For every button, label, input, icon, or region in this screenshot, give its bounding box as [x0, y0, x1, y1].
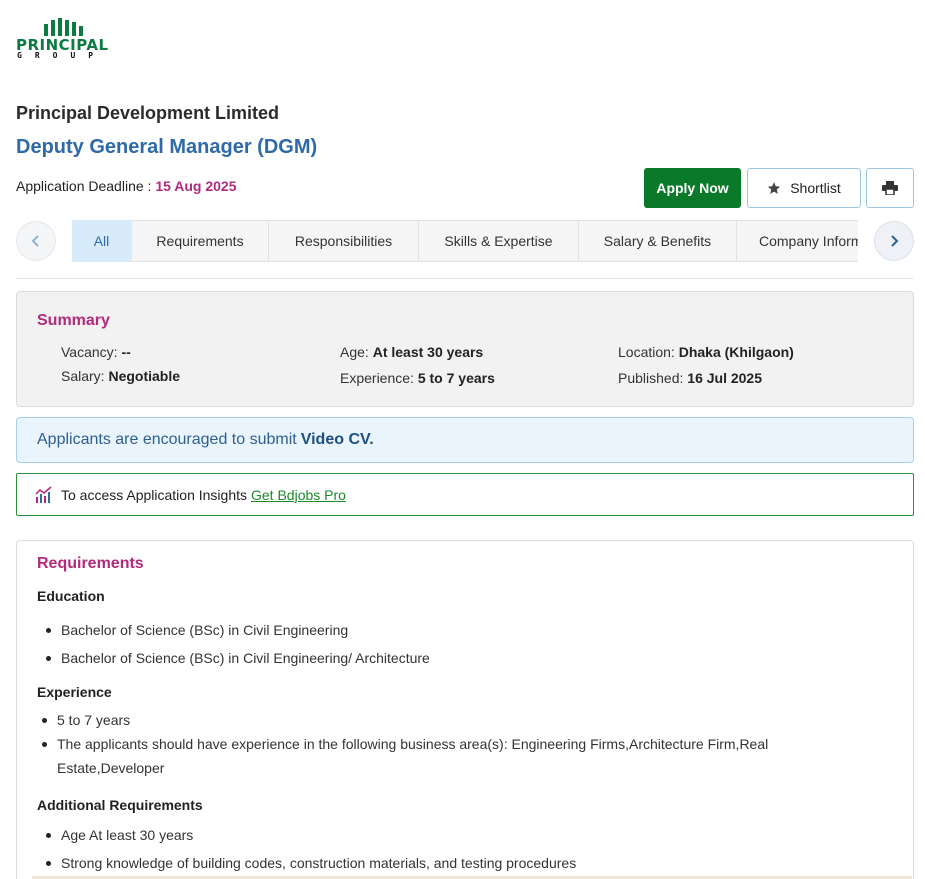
company-name[interactable]: Principal Development Limited [16, 103, 279, 124]
printer-icon [882, 181, 898, 195]
insights-text: To access Application Insights [61, 486, 247, 503]
summary-panel: Summary Vacancy: -- Salary: Negotiable A… [16, 291, 914, 407]
deadline-date: 15 Aug 2025 [155, 178, 237, 194]
tab-all[interactable]: All [72, 220, 132, 262]
get-bdjobs-pro-link[interactable]: Get Bdjobs Pro [251, 487, 346, 503]
application-deadline: Application Deadline : 15 Aug 2025 [16, 178, 237, 194]
star-icon [768, 182, 781, 194]
company-logo: PRINCIPAL GROUP [16, 18, 118, 62]
tab-requirements[interactable]: Requirements [132, 220, 269, 262]
job-title: Deputy General Manager (DGM) [16, 136, 318, 158]
summary-salary: Salary: Negotiable [61, 368, 180, 384]
published-label: Published: [618, 370, 688, 386]
deadline-label: Application Deadline : [16, 178, 156, 194]
application-insights-banner: To access Application Insights Get Bdjob… [16, 473, 914, 516]
experience-label: Experience: [340, 370, 418, 386]
video-cv-notice: Applicants are encouraged to submit Video… [16, 417, 914, 463]
vacancy-value: -- [121, 344, 131, 360]
print-button[interactable] [866, 168, 914, 208]
list-item: The applicants should have experience in… [41, 732, 768, 756]
list-item: 5 to 7 years [41, 708, 130, 732]
chevron-left-icon [31, 235, 39, 247]
summary-published: Published: 16 Jul 2025 [618, 370, 762, 386]
logo-subtitle: GROUP [17, 51, 107, 60]
summary-vacancy: Vacancy: -- [61, 344, 131, 360]
tab-company-information[interactable]: Company Information [737, 220, 858, 262]
summary-experience: Experience: 5 to 7 years [340, 370, 495, 386]
list-item: Strong knowledge of building codes, cons… [45, 851, 576, 875]
tab-responsibilities[interactable]: Responsibilities [269, 220, 419, 262]
published-value: 16 Jul 2025 [687, 370, 763, 386]
summary-title: Summary [37, 312, 110, 329]
location-value: Dhaka (Khilgaon) [678, 344, 794, 360]
tab-bar: All Requirements Responsibilities Skills… [72, 220, 858, 262]
tabs-prev-button[interactable] [16, 221, 56, 261]
salary-value: Negotiable [108, 368, 181, 384]
video-cv-emphasis: Video CV. [300, 431, 374, 448]
additional-requirements-heading: Additional Requirements [37, 797, 203, 813]
logo-bars-icon [44, 18, 83, 36]
shortlist-button[interactable]: Shortlist [747, 168, 861, 208]
requirements-title: Requirements [37, 555, 144, 572]
tabs-next-button[interactable] [874, 221, 914, 261]
analytics-chart-icon [35, 485, 52, 503]
summary-location: Location: Dhaka (Khilgaon) [618, 344, 794, 360]
experience-value: 5 to 7 years [417, 370, 495, 386]
apply-now-button[interactable]: Apply Now [644, 168, 741, 208]
divider [16, 278, 914, 279]
education-heading: Education [37, 588, 105, 604]
list-item: Bachelor of Science (BSc) in Civil Engin… [46, 646, 430, 670]
location-label: Location: [618, 344, 679, 360]
video-cv-text: Applicants are encouraged to submit [37, 431, 297, 448]
list-item: Bachelor of Science (BSc) in Civil Engin… [45, 618, 348, 642]
summary-age: Age: At least 30 years [340, 344, 483, 360]
list-item-continuation: Estate,Developer [57, 760, 165, 776]
salary-label: Salary: [61, 368, 109, 384]
vacancy-label: Vacancy: [61, 344, 122, 360]
shortlist-label: Shortlist [790, 180, 841, 196]
age-value: At least 30 years [372, 344, 484, 360]
chevron-right-icon [891, 235, 899, 247]
age-label: Age: [340, 344, 373, 360]
experience-heading: Experience [37, 684, 112, 700]
list-item: Age At least 30 years [45, 823, 193, 847]
requirements-section: Requirements Education Bachelor of Scien… [16, 540, 914, 879]
tab-salary-benefits[interactable]: Salary & Benefits [579, 220, 737, 262]
tab-skills-expertise[interactable]: Skills & Expertise [419, 220, 579, 262]
